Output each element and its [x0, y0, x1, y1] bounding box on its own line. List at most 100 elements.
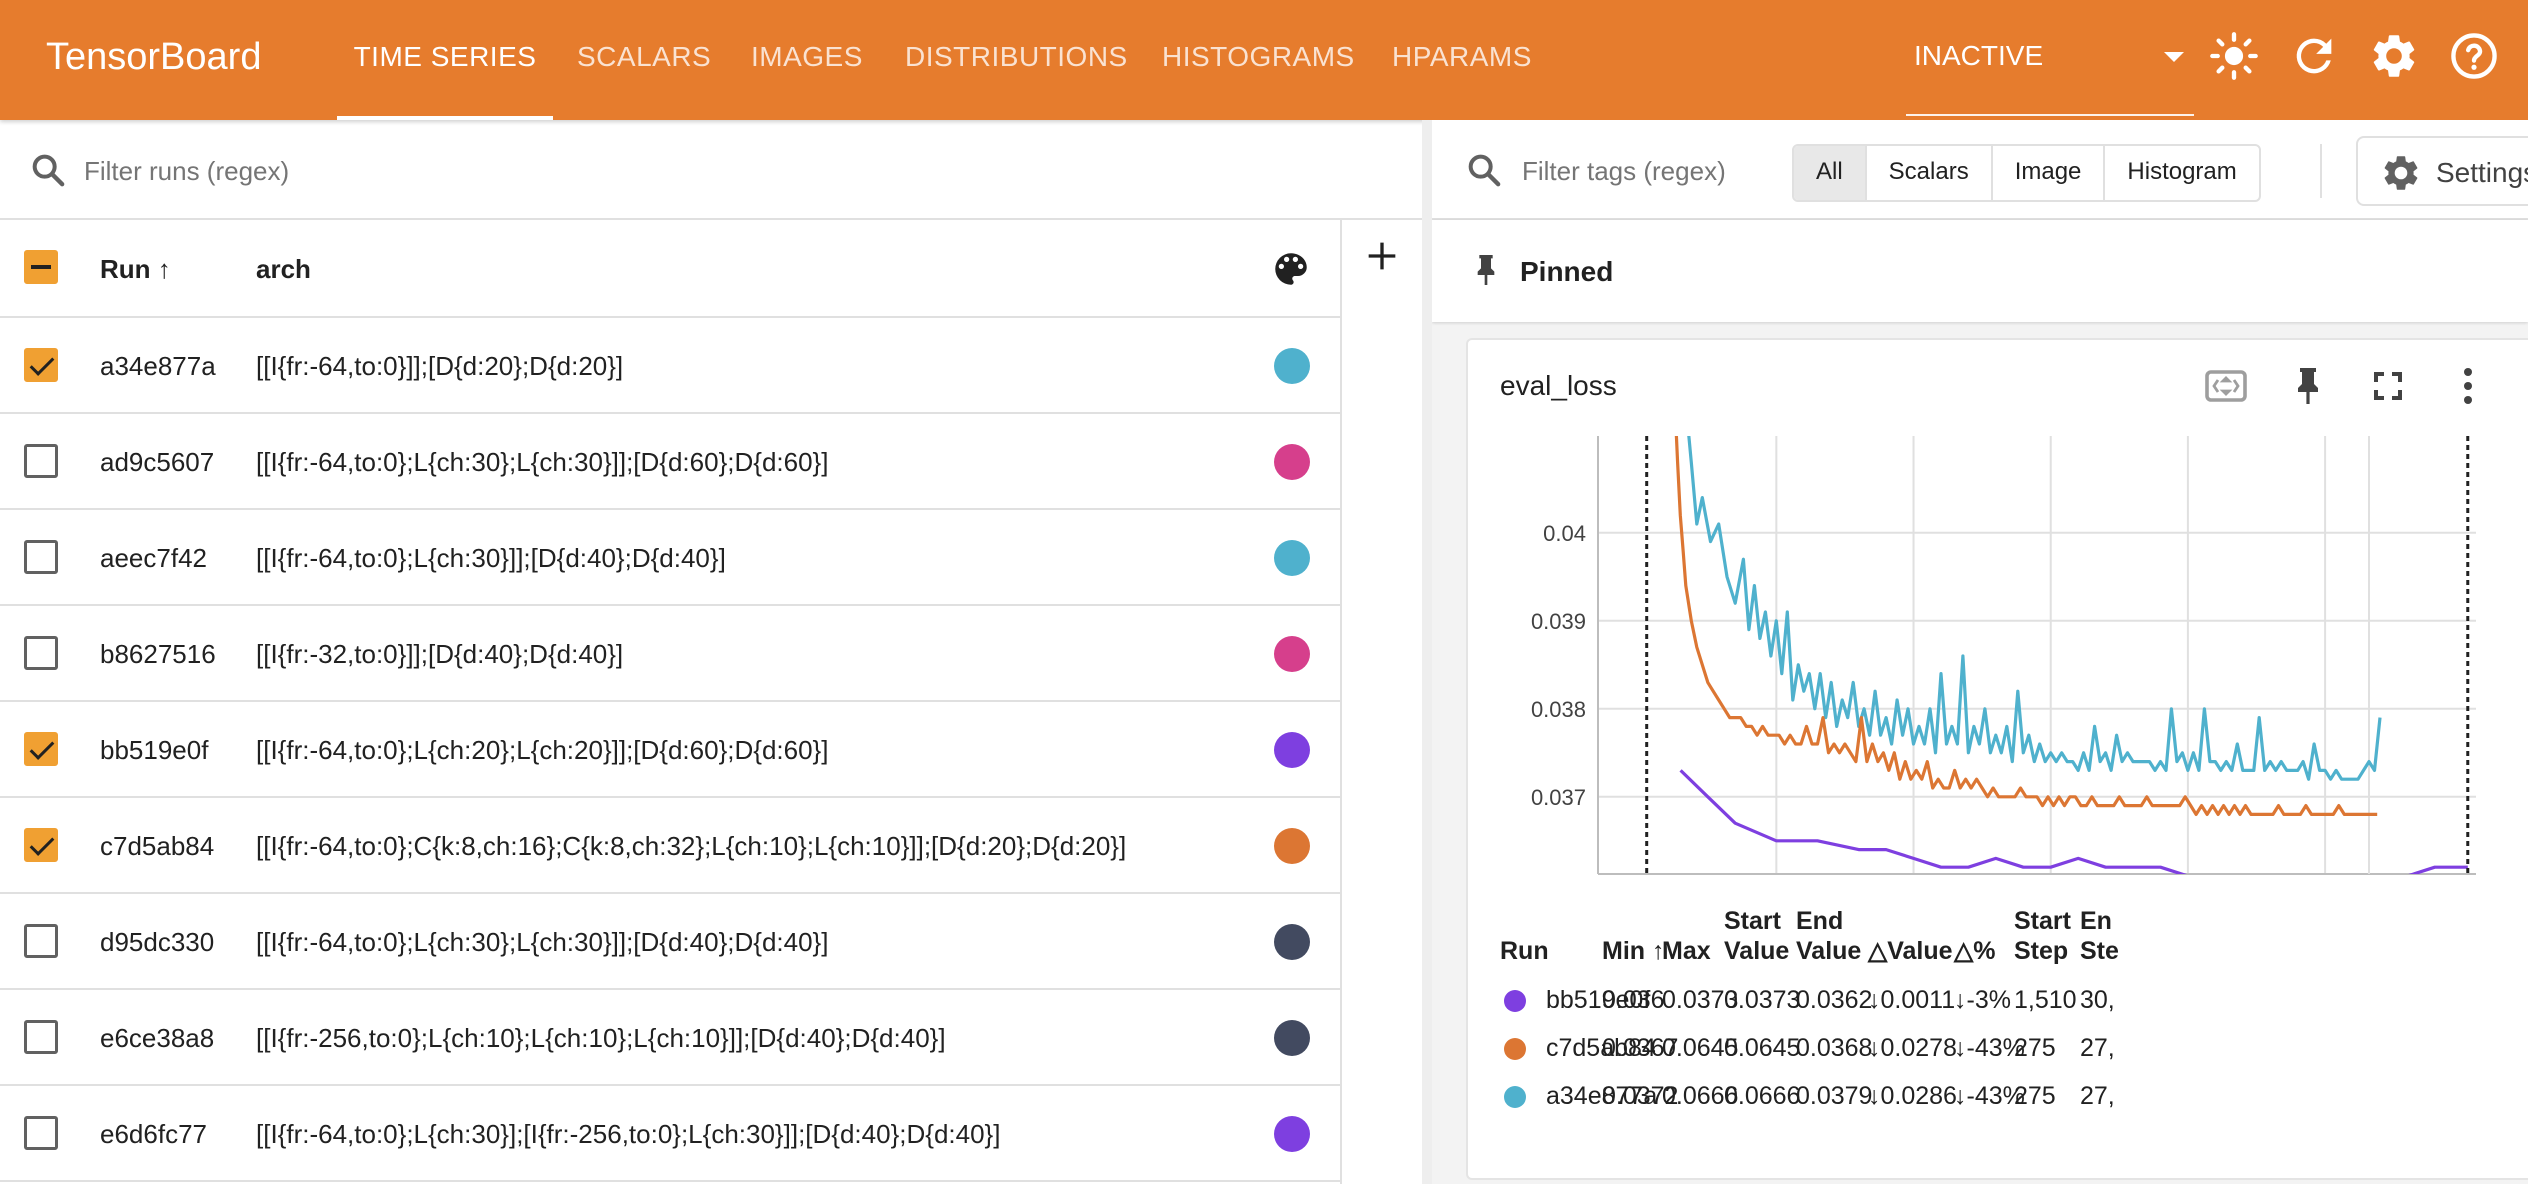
type-option-image[interactable]: Image: [1993, 146, 2106, 200]
run-arch: [[I{fr:-64,to:0}]];[D{d:20};D{d:20}]: [256, 351, 624, 381]
runs-filter-input[interactable]: [82, 150, 1086, 192]
scalar-card-eval-loss: eval_loss 0.040.0390.0380.037005,00010k1…: [1466, 338, 2528, 1180]
stats-column-header[interactable]: Start Step: [2014, 906, 2071, 966]
run-checkbox[interactable]: [24, 636, 58, 670]
run-checkbox[interactable]: [24, 540, 58, 574]
run-color-dot: [1504, 1086, 1526, 1108]
run-checkbox[interactable]: [24, 444, 58, 478]
run-color-swatch[interactable]: [1274, 828, 1310, 864]
run-checkbox[interactable]: [24, 1116, 58, 1150]
run-checkbox[interactable]: [24, 732, 58, 766]
stats-cell-end-value: 0.0362: [1796, 986, 1873, 1014]
type-option-all[interactable]: All: [1794, 146, 1867, 200]
run-row[interactable]: c7d5ab84 [[I{fr:-64,to:0};C{k:8,ch:16};C{…: [0, 798, 1340, 894]
run-name: aeec7f42: [100, 543, 207, 573]
run-column-header[interactable]: Run ↑: [100, 254, 171, 285]
chevron-down-icon: [2164, 52, 2184, 62]
palette-icon[interactable]: [1270, 248, 1312, 290]
refresh-icon[interactable]: [2288, 30, 2340, 82]
run-row[interactable]: d95dc330 [[I{fr:-64,to:0};L{ch:30};L{ch:3…: [0, 894, 1340, 990]
more-vert-icon[interactable]: [2444, 362, 2492, 410]
run-color-swatch[interactable]: [1274, 1116, 1310, 1152]
run-color-swatch[interactable]: [1274, 732, 1310, 768]
tab-hparams[interactable]: HPARAMS: [1392, 0, 1532, 120]
stats-column-header[interactable]: En Ste: [2080, 906, 2119, 966]
stats-column-header[interactable]: Run: [1500, 936, 1549, 966]
run-row[interactable]: b8627516 [[I{fr:-32,to:0}]];[D{d:40};D{d:…: [0, 606, 1340, 702]
main-content-pane: All Scalars Image Histogram Settings Pin…: [1432, 120, 2528, 1184]
stats-column-header[interactable]: Start Value: [1724, 906, 1789, 966]
y-tick-label: 0.037: [1531, 785, 1586, 810]
run-name: a34e877a: [100, 351, 216, 381]
settings-button-label: Settings: [2436, 157, 2528, 188]
plugin-select[interactable]: INACTIVE: [1906, 0, 2194, 116]
tags-filter-input[interactable]: [1520, 150, 1754, 192]
tags-bar-divider: [2320, 144, 2322, 198]
tab-distributions[interactable]: DISTRIBUTIONS: [905, 0, 1128, 120]
pane-resizer[interactable]: [1422, 120, 1432, 1184]
run-row[interactable]: e6ce38a8 [[I{fr:-256,to:0};L{ch:10};L{ch:…: [0, 990, 1340, 1086]
run-row[interactable]: bb519e0f [[I{fr:-64,to:0};L{ch:20};L{ch:2…: [0, 702, 1340, 798]
app-brand[interactable]: TensorBoard: [46, 36, 261, 79]
add-column-icon[interactable]: [1362, 236, 1402, 276]
stats-cell-start-step: 275: [2014, 1034, 2056, 1062]
run-color-swatch[interactable]: [1274, 540, 1310, 576]
run-color-swatch[interactable]: [1274, 1020, 1310, 1056]
run-arch: [[I{fr:-64,to:0};L{ch:30}];[I{fr:-256,to…: [256, 1119, 1001, 1149]
tab-histograms[interactable]: HISTOGRAMS: [1162, 0, 1355, 120]
run-row[interactable]: aeec7f42 [[I{fr:-64,to:0};L{ch:30}]];[D{d…: [0, 510, 1340, 606]
stats-column-header[interactable]: Min ↑: [1602, 936, 1665, 966]
y-tick-label: 0.04: [1543, 521, 1586, 546]
stats-cell-min: 0.036: [1602, 986, 1665, 1014]
eval-loss-line-chart[interactable]: 0.040.0390.0380.037005,00010k15k20k25k32…: [1468, 436, 2528, 876]
stats-column-header[interactable]: Max: [1662, 936, 1711, 966]
stats-cell-end-step: 30,: [2080, 986, 2115, 1014]
run-checkbox[interactable]: [24, 348, 58, 382]
run-checkbox[interactable]: [24, 924, 58, 958]
run-checkbox[interactable]: [24, 1020, 58, 1054]
stats-cell-end-value: 0.0368: [1796, 1034, 1873, 1062]
card-title: eval_loss: [1500, 370, 1617, 401]
y-tick-label: 0.039: [1531, 609, 1586, 634]
runs-table-header: Run ↑ arch: [0, 220, 1340, 318]
run-name: e6d6fc77: [100, 1119, 207, 1149]
run-row[interactable]: ad9c5607 [[I{fr:-64,to:0};L{ch:30};L{ch:3…: [0, 414, 1340, 510]
brightness-icon[interactable]: [2208, 30, 2260, 82]
type-option-histogram[interactable]: Histogram: [2105, 146, 2258, 200]
run-arch: [[I{fr:-32,to:0}]];[D{d:40};D{d:40}]: [256, 639, 624, 669]
run-row[interactable]: a34e877a [[I{fr:-64,to:0}]];[D{d:20};D{d:…: [0, 318, 1340, 414]
run-color-swatch[interactable]: [1274, 348, 1310, 384]
run-name: d95dc330: [100, 927, 215, 957]
fullscreen-icon[interactable]: [2364, 362, 2412, 410]
select-all-checkbox[interactable]: [24, 250, 58, 284]
tab-images[interactable]: IMAGES: [751, 0, 863, 120]
arch-column-header[interactable]: arch: [256, 254, 311, 285]
type-option-scalars[interactable]: Scalars: [1867, 146, 1993, 200]
run-checkbox[interactable]: [24, 828, 58, 862]
stats-column-header[interactable]: △%: [1954, 936, 1995, 966]
pinned-label: Pinned: [1520, 256, 1614, 287]
run-row[interactable]: e6d6fc77 [[I{fr:-64,to:0};L{ch:30}];[I{fr…: [0, 1086, 1340, 1182]
settings-gear-icon[interactable]: [2368, 30, 2420, 82]
pinned-section[interactable]: Pinned: [1432, 220, 2528, 322]
run-arch: [[I{fr:-64,to:0};C{k:8,ch:16};C{k:8,ch:3…: [256, 831, 1127, 861]
help-icon[interactable]: [2448, 30, 2500, 82]
search-icon: [32, 154, 65, 187]
run-color-swatch[interactable]: [1274, 924, 1310, 960]
plugin-type-toggle: All Scalars Image Histogram: [1792, 144, 2261, 202]
tab-scalars[interactable]: SCALARS: [577, 0, 711, 120]
settings-button[interactable]: Settings: [2356, 136, 2528, 206]
fit-domain-icon[interactable]: [2202, 362, 2250, 410]
runs-table-divider: [1340, 220, 1342, 1184]
tags-filter-bar: All Scalars Image Histogram Settings: [1432, 120, 2528, 220]
pin-icon[interactable]: [2284, 362, 2332, 410]
data-table: Run Min ↑ Max Start Value End Value △Value △% S…: [1468, 870, 2528, 1110]
run-color-swatch[interactable]: [1274, 444, 1310, 480]
stats-cell-end-value: 0.0379: [1796, 1082, 1873, 1110]
stats-column-header[interactable]: △Value: [1868, 936, 1953, 966]
stats-column-header[interactable]: End Value: [1796, 906, 1861, 966]
plugin-select-value: INACTIVE: [1914, 40, 2044, 71]
tab-time-series[interactable]: TIME SERIES: [337, 0, 553, 120]
run-color-swatch[interactable]: [1274, 636, 1310, 672]
run-arch: [[I{fr:-256,to:0};L{ch:10};L{ch:10};L{ch…: [256, 1023, 946, 1053]
